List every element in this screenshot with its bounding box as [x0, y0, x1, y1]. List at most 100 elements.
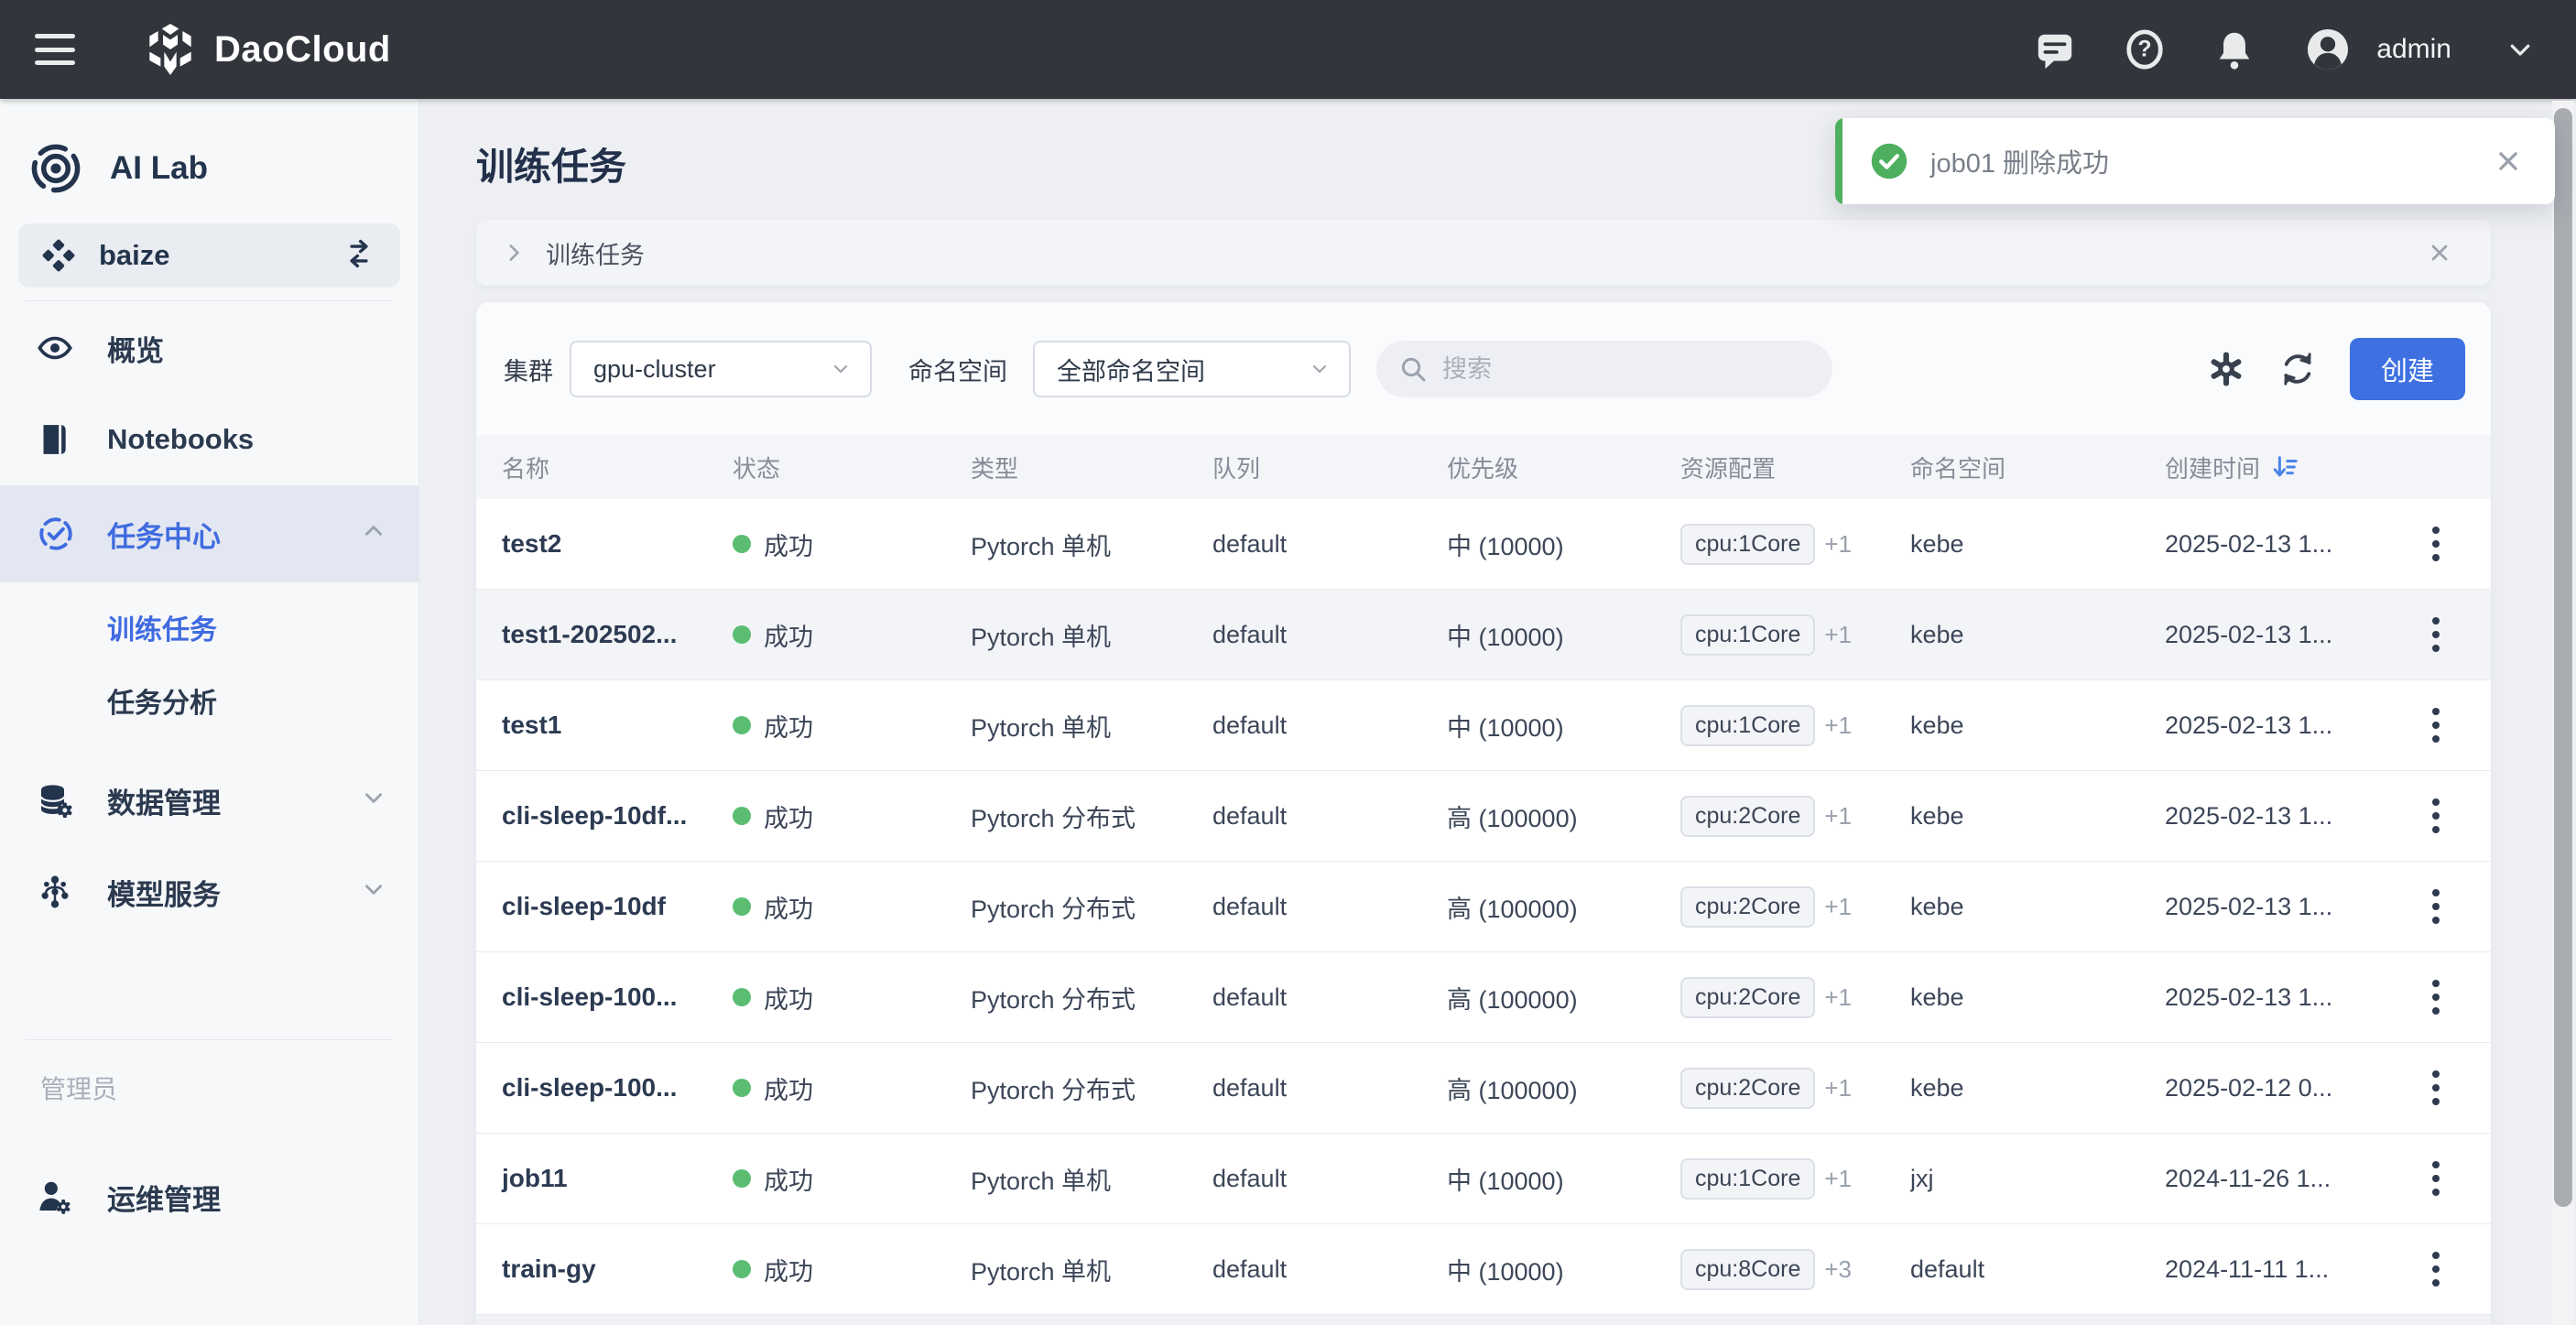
topbar: DaoCloud ? admin [0, 0, 2576, 99]
sidebar-item-job-analysis[interactable]: 任务分析 [0, 675, 418, 726]
job-resources: cpu:2Core+1 [1680, 886, 1910, 928]
toast-close-icon[interactable] [2494, 147, 2522, 175]
switch-workspace-icon[interactable] [342, 236, 376, 276]
row-actions-kebab-icon[interactable] [2419, 1065, 2452, 1111]
brand-logo[interactable]: DaoCloud [141, 20, 391, 79]
job-status: 成功 [733, 1252, 971, 1287]
job-priority: 中 (10000) [1447, 1252, 1680, 1287]
job-queue: default [1212, 893, 1447, 921]
workspace-selector[interactable]: baize [18, 223, 400, 288]
page-scrollbar[interactable] [2552, 101, 2574, 1325]
sidebar-item-overview[interactable]: 概览 [0, 321, 418, 375]
col-queue[interactable]: 队列 [1212, 451, 1447, 484]
sidebar-item-task-center[interactable]: 任务中心 [0, 485, 418, 582]
cluster-select[interactable]: gpu-cluster [570, 341, 872, 397]
search-input[interactable] [1442, 355, 1790, 384]
cluster-select-value: gpu-cluster [593, 355, 716, 384]
job-namespace: kebe [1910, 530, 2165, 559]
table-row[interactable]: test2成功Pytorch 单机default中 (10000)cpu:1Co… [476, 499, 2491, 590]
job-queue: default [1212, 1074, 1447, 1102]
refresh-icon[interactable] [2277, 348, 2319, 390]
job-namespace: jxj [1910, 1165, 2165, 1193]
row-actions-kebab-icon[interactable] [2419, 1246, 2452, 1292]
job-name-link[interactable]: cli-sleep-10df... [476, 801, 733, 831]
help-icon[interactable]: ? [2124, 28, 2166, 71]
sidebar-item-ops-management[interactable]: 运维管理 [0, 1170, 418, 1223]
main-content: 训练任务 训练任务 集群 gpu-cluster 命名空间 全部命名空间 [420, 99, 2576, 1325]
chevron-down-icon [362, 875, 386, 908]
job-name-link[interactable]: cli-sleep-100... [476, 983, 733, 1012]
job-priority: 高 (100000) [1447, 798, 1680, 834]
success-check-icon [1870, 142, 1908, 180]
row-actions-kebab-icon[interactable] [2419, 974, 2452, 1020]
job-type: Pytorch 分布式 [971, 1070, 1212, 1106]
col-status[interactable]: 状态 [733, 451, 971, 484]
job-priority: 中 (10000) [1447, 617, 1680, 653]
job-created-at: 2025-02-13 1... [2165, 802, 2381, 831]
row-actions-kebab-icon[interactable] [2419, 702, 2452, 748]
table-row[interactable]: test1成功Pytorch 单机default中 (10000)cpu:1Co… [476, 680, 2491, 771]
hamburger-menu-icon[interactable] [35, 34, 75, 65]
search-box[interactable] [1376, 341, 1832, 397]
resource-chip: cpu:1Core [1680, 705, 1815, 746]
user-avatar[interactable] [2303, 25, 2353, 74]
create-button[interactable]: 创建 [2350, 338, 2465, 400]
job-namespace: kebe [1910, 893, 2165, 921]
tab-close-icon[interactable] [2427, 240, 2452, 266]
messages-icon[interactable] [2034, 28, 2076, 71]
col-resources[interactable]: 资源配置 [1680, 451, 1910, 484]
scrollbar-thumb[interactable] [2554, 108, 2572, 1207]
job-name-link[interactable]: test1-202502... [476, 620, 733, 649]
table-row[interactable]: test1-202502...成功Pytorch 单机default中 (100… [476, 590, 2491, 680]
sidebar-item-data-management[interactable]: 数据管理 [0, 774, 418, 827]
namespace-select[interactable]: 全部命名空间 [1033, 341, 1351, 397]
table-row[interactable]: cli-sleep-100...成功Pytorch 分布式default高 (1… [476, 1043, 2491, 1134]
notifications-bell-icon[interactable] [2213, 28, 2255, 71]
filter-toolbar: 集群 gpu-cluster 命名空间 全部命名空间 [476, 302, 2491, 397]
user-menu-chevron-down-icon[interactable] [2499, 28, 2541, 71]
col-type[interactable]: 类型 [971, 451, 1212, 484]
col-namespace[interactable]: 命名空间 [1910, 451, 2165, 484]
job-name-link[interactable]: job11 [476, 1164, 733, 1193]
job-status: 成功 [733, 980, 971, 1015]
status-dot-icon [733, 625, 751, 644]
sort-descending-icon[interactable] [2271, 453, 2299, 481]
job-name-link[interactable]: cli-sleep-100... [476, 1073, 733, 1102]
sidebar-item-training-jobs[interactable]: 训练任务 [0, 602, 418, 653]
job-status: 成功 [733, 1161, 971, 1197]
status-dot-icon [733, 535, 751, 553]
job-name-link[interactable]: test1 [476, 711, 733, 740]
cluster-label: 集群 [504, 352, 553, 387]
job-queue: default [1212, 1165, 1447, 1193]
table-row[interactable]: job11成功Pytorch 单机default中 (10000)cpu:1Co… [476, 1134, 2491, 1224]
table-row[interactable]: train-gy成功Pytorch 单机default中 (10000)cpu:… [476, 1224, 2491, 1315]
breadcrumb-tab-bar: 训练任务 [476, 220, 2491, 286]
breadcrumb-current[interactable]: 训练任务 [546, 235, 645, 271]
job-name-link[interactable]: test2 [476, 529, 733, 559]
resource-chip: cpu:2Core [1680, 977, 1815, 1018]
row-actions-kebab-icon[interactable] [2419, 1156, 2452, 1201]
sidebar-item-notebooks[interactable]: Notebooks [0, 413, 418, 466]
status-dot-icon [733, 807, 751, 825]
chevron-right-icon[interactable] [502, 241, 526, 265]
row-actions-kebab-icon[interactable] [2419, 793, 2452, 839]
table-row[interactable]: cli-sleep-10df...成功Pytorch 分布式default高 (… [476, 771, 2491, 862]
table-row[interactable]: cli-sleep-10df成功Pytorch 分布式default高 (100… [476, 862, 2491, 952]
table-row[interactable]: cli-sleep-100...成功Pytorch 分布式default高 (1… [476, 952, 2491, 1043]
row-actions-kebab-icon[interactable] [2419, 521, 2452, 567]
job-created-at: 2025-02-13 1... [2165, 530, 2381, 559]
col-name[interactable]: 名称 [476, 451, 733, 484]
row-actions-kebab-icon[interactable] [2419, 884, 2452, 929]
job-type: Pytorch 单机 [971, 617, 1212, 653]
product-header: AI Lab [29, 139, 418, 198]
namespace-label: 命名空间 [908, 352, 1007, 387]
job-queue: default [1212, 983, 1447, 1012]
col-priority[interactable]: 优先级 [1447, 451, 1680, 484]
job-name-link[interactable]: train-gy [476, 1254, 733, 1284]
row-actions-kebab-icon[interactable] [2419, 612, 2452, 657]
job-resources: cpu:1Core+1 [1680, 524, 1910, 565]
sidebar-item-model-service[interactable]: 模型服务 [0, 865, 418, 918]
col-created[interactable]: 创建时间 [2165, 451, 2381, 484]
job-name-link[interactable]: cli-sleep-10df [476, 892, 733, 921]
table-settings-gear-icon[interactable] [2205, 348, 2247, 390]
